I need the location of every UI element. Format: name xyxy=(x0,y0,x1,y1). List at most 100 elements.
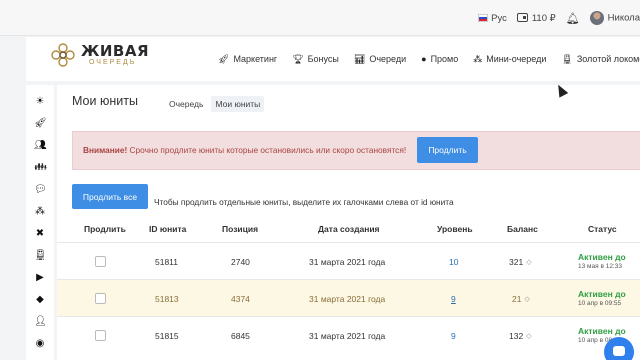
table-row: 51813 4374 31 марта 2021 года 9 21 ◇ Акти… xyxy=(57,279,640,316)
row-checkbox[interactable] xyxy=(95,330,106,341)
logo-title: ЖИВАЯ xyxy=(81,42,150,60)
unit-id: 51811 xyxy=(155,256,179,267)
rocket-icon: 🚀︎ xyxy=(218,53,230,64)
wallet-icon xyxy=(516,13,528,23)
unit-created: 31 марта 2021 года xyxy=(309,330,386,341)
status-label: Активен до xyxy=(578,289,626,300)
status-date: 13 мая в 12:33 xyxy=(578,262,622,270)
coin-icon: ◇ xyxy=(526,258,532,266)
sidebar: ☀ 🚀︎ 👥︎ 👪︎ 💬︎ ⁂ ✖ 🚆︎ ▶ ◆ 👤︎ ◉ xyxy=(26,85,54,360)
col-header-level[interactable]: Уровень xyxy=(437,224,473,234)
status-label: Активен до xyxy=(578,326,626,337)
unit-balance: 21 xyxy=(512,293,522,304)
sitemap-icon: ⁂ xyxy=(473,53,483,64)
rocket-icon[interactable]: 🚀︎ xyxy=(34,118,47,130)
row-checkbox[interactable] xyxy=(95,256,106,267)
table-row: 51811 2740 31 марта 2021 года 10 321 ◇ Ак… xyxy=(57,242,640,279)
nav-promo[interactable]: ● Промо xyxy=(421,54,458,64)
logo-subtitle: ОЧЕРЕДЬ xyxy=(89,59,137,66)
unit-position: 6845 xyxy=(231,330,250,341)
tab-queue[interactable]: Очередь xyxy=(165,96,207,112)
unit-balance: 132 xyxy=(509,330,524,341)
logo-text: ЖИВАЯ ОЧЕРЕДЬ xyxy=(81,42,150,67)
warning-alert: Внимание! Срочно продлите юниты которые … xyxy=(72,131,640,170)
coin-icon: ◇ xyxy=(526,332,532,340)
header: ЖИВАЯ ОЧЕРЕДЬ 🚀︎ Маркетинг 🏆︎ Бонусы 📊︎ Оче… xyxy=(26,37,640,81)
prolong-button[interactable]: Продлить xyxy=(417,137,478,163)
video-icon[interactable]: ▶ xyxy=(34,272,46,284)
unit-id: 51813 xyxy=(155,293,179,304)
chat-widget-button[interactable] xyxy=(604,337,634,360)
bomb-icon: ● xyxy=(421,54,427,64)
logo-emblem-icon xyxy=(51,43,75,67)
prolong-all-button[interactable]: Продлить все xyxy=(72,184,148,209)
shield-icon[interactable]: ◆ xyxy=(34,294,46,306)
unit-created: 31 марта 2021 года xyxy=(309,293,386,304)
chat-icon[interactable]: 💬︎ xyxy=(34,184,47,196)
unit-position: 4374 xyxy=(231,293,250,304)
train-icon[interactable]: 🚆︎ xyxy=(34,250,47,262)
unit-balance-cell: 321 ◇ xyxy=(509,243,532,280)
alert-strong: Внимание! xyxy=(83,145,128,155)
user-icon[interactable]: 👤︎ xyxy=(34,316,47,328)
nav-golden-locomotive[interactable]: 🚆︎Золотой локомоти xyxy=(561,54,640,65)
unit-created: 31 марта 2021 года xyxy=(309,256,386,267)
language-switcher[interactable]: Рус xyxy=(478,13,507,24)
page-tabs: Очередь Мои юниты xyxy=(165,96,265,112)
balance-value: 110 ₽ xyxy=(531,12,556,24)
sun-icon[interactable]: ☀ xyxy=(34,96,46,108)
nav-label: Золотой локомоти xyxy=(576,54,640,64)
tab-my-units[interactable]: Мои юниты xyxy=(211,96,265,112)
nav-marketing[interactable]: 🚀︎ Маркетинг xyxy=(218,54,277,65)
nav-mini-queues[interactable]: ⁂ Мини-очереди xyxy=(473,54,546,65)
col-header-prolong[interactable]: Продлить xyxy=(84,224,126,234)
col-header-created[interactable]: Дата создания xyxy=(318,224,380,234)
col-header-position[interactable]: Позиция xyxy=(222,224,258,234)
globe-icon[interactable]: ◉ xyxy=(34,338,46,350)
trophy-icon: 🏆︎ xyxy=(292,53,304,64)
unit-id: 51815 xyxy=(155,330,179,341)
main-content: Мои юниты Очередь Мои юниты Внимание! Ср… xyxy=(57,85,640,360)
unit-status: Активен до 10 апр в 09:55 xyxy=(578,280,626,317)
train-icon: 🚆︎ xyxy=(561,53,573,64)
hint-text: Чтобы продлить отдельные юниты, выделите… xyxy=(154,197,454,207)
coin-icon: ◇ xyxy=(524,295,530,303)
alert-message: Срочно продлите юниты которые остановили… xyxy=(127,145,407,155)
unit-level[interactable]: 9 xyxy=(451,280,456,317)
col-header-balance[interactable]: Баланс xyxy=(507,224,538,234)
russia-flag-icon xyxy=(478,13,489,22)
language-label: Рус xyxy=(491,12,507,24)
unit-balance: 321 xyxy=(509,256,524,267)
nav-label: Мини-очереди xyxy=(486,54,547,64)
unit-status: Активен до 13 мая в 12:33 xyxy=(578,243,626,280)
unit-level[interactable]: 10 xyxy=(449,243,458,280)
balance[interactable]: 110 ₽ xyxy=(516,12,556,24)
username: Никола xyxy=(607,12,640,24)
user-menu[interactable]: Никола xyxy=(589,11,640,25)
row-checkbox[interactable] xyxy=(95,293,106,304)
col-header-id[interactable]: ID юнита xyxy=(149,224,186,234)
page-title: Мои юниты xyxy=(72,94,138,108)
status-date: 10 апр в 09:55 xyxy=(578,299,622,307)
unit-level[interactable]: 9 xyxy=(451,317,456,354)
sitemap-icon[interactable]: ⁂ xyxy=(34,206,46,218)
alert-text: Внимание! Срочно продлите юниты которые … xyxy=(83,145,406,155)
logo[interactable]: ЖИВАЯ ОЧЕРЕДЬ xyxy=(48,40,149,70)
top-bar: Рус 110 ₽ 🔔︎ Никола xyxy=(0,0,640,36)
row-checkbox-cell xyxy=(95,317,106,354)
nav-bonuses[interactable]: 🏆︎ Бонусы xyxy=(292,54,339,65)
user-group-icon[interactable]: 👪︎ xyxy=(34,162,47,174)
unit-balance-cell: 132 ◇ xyxy=(509,317,532,354)
close-icon[interactable]: ✖ xyxy=(34,228,46,240)
nav-label: Очереди xyxy=(369,54,407,64)
bell-icon[interactable]: 🔔︎ xyxy=(566,12,580,25)
nav-label: Маркетинг xyxy=(233,54,278,64)
table-row: 51815 6845 31 марта 2021 года 9 132 ◇ Акт… xyxy=(57,316,640,353)
unit-position: 2740 xyxy=(231,256,250,267)
unit-balance-cell: 21 ◇ xyxy=(512,280,530,317)
col-header-status[interactable]: Статус xyxy=(588,224,617,234)
row-checkbox-cell xyxy=(95,243,106,280)
users-icon[interactable]: 👥︎ xyxy=(34,140,47,152)
nav-queues[interactable]: 📊︎ Очереди xyxy=(354,54,406,65)
main-nav: 🚀︎ Маркетинг 🏆︎ Бонусы 📊︎ Очереди ● Промо ⁂ М… xyxy=(218,37,640,81)
